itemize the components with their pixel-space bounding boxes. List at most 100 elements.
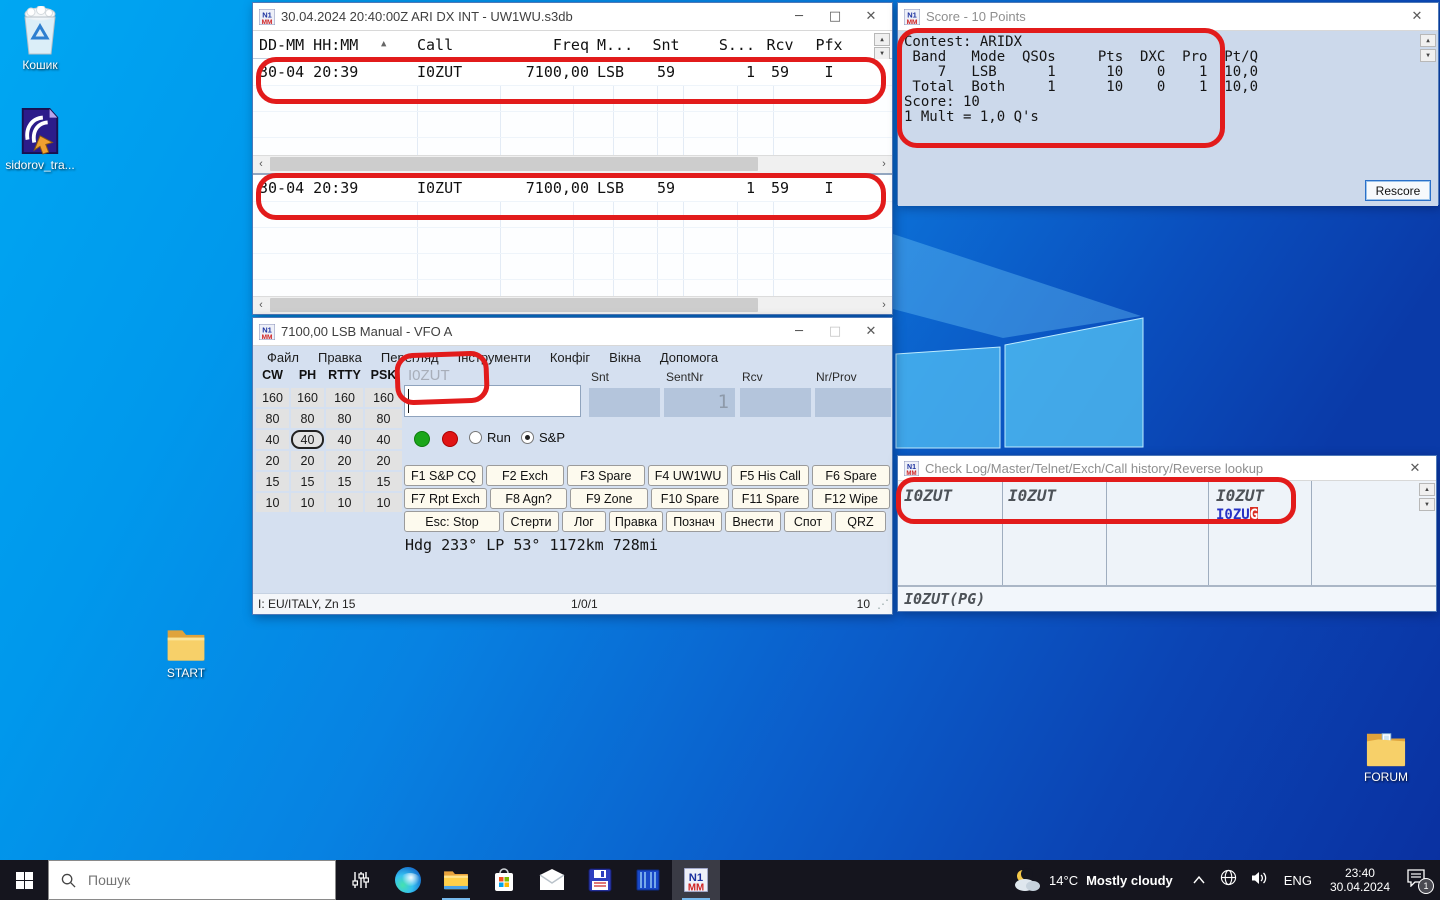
f5-button[interactable]: F5 His Call	[731, 465, 809, 486]
band-button[interactable]: 20	[326, 451, 363, 470]
band-button[interactable]: 20	[256, 451, 289, 470]
store-taskbar-button[interactable]	[480, 860, 528, 900]
nrprov-field[interactable]	[815, 388, 891, 417]
col-header-rcv[interactable]: Rcv	[755, 36, 805, 54]
menu-edit[interactable]: Правка	[318, 350, 362, 365]
f2-button[interactable]: F2 Exch	[486, 465, 564, 486]
f8-button[interactable]: F8 Agn?	[490, 488, 568, 509]
scroll-left-icon[interactable]: ‹	[253, 297, 269, 313]
desktop-icon-recycle-bin[interactable]: Кошик	[8, 6, 72, 72]
score-spinner[interactable]: ▲ ▼	[1420, 34, 1436, 62]
band-button-selected[interactable]: 40	[291, 430, 324, 449]
tray-expand-button[interactable]	[1185, 871, 1213, 889]
scroll-left-icon[interactable]: ‹	[253, 156, 269, 172]
f11-button[interactable]: F11 Spare	[732, 488, 810, 509]
notification-center-button[interactable]: 1	[1400, 869, 1440, 892]
entry-window-titlebar[interactable]: N1 MM 7100,00 LSB Manual - VFO A ─ □ ✕	[253, 318, 892, 346]
f1-button[interactable]: F1 S&P CQ	[404, 465, 483, 486]
col-header-freq[interactable]: Freq	[501, 36, 589, 54]
header-spinner[interactable]: ▲ ▼	[874, 33, 890, 60]
log-button[interactable]: Лог	[562, 511, 606, 532]
f9-button[interactable]: F9 Zone	[570, 488, 648, 509]
qrz-button[interactable]: QRZ	[835, 511, 886, 532]
log-column-header[interactable]: DD-MM HH:MM ▲ Call Freq M... Snt S... Rc…	[253, 31, 892, 59]
wipe-button[interactable]: Стерти	[503, 511, 559, 532]
band-button[interactable]: 80	[365, 409, 402, 428]
spin-up-icon[interactable]: ▲	[874, 33, 890, 46]
edit-button[interactable]: Правка	[609, 511, 663, 532]
menu-windows[interactable]: Вікна	[609, 350, 641, 365]
band-button[interactable]: 15	[256, 472, 289, 491]
band-button[interactable]: 40	[326, 430, 363, 449]
desktop-icon-forum-folder[interactable]: FORUM	[1350, 728, 1422, 784]
band-button[interactable]: 10	[326, 493, 363, 512]
weather-widget[interactable]: 14°C Mostly cloudy	[999, 868, 1185, 892]
task-view-button[interactable]	[336, 860, 384, 900]
f10-button[interactable]: F10 Spare	[651, 488, 729, 509]
band-button[interactable]: 40	[256, 430, 289, 449]
blue-app-taskbar-button[interactable]	[624, 860, 672, 900]
scroll-thumb[interactable]	[270, 157, 758, 171]
f12-button[interactable]: F12 Wipe	[812, 488, 890, 509]
band-button[interactable]: 160	[326, 388, 363, 407]
score-window-titlebar[interactable]: N1 MM Score - 10 Points ✕	[898, 3, 1438, 31]
col-header-snt[interactable]: Snt	[641, 36, 691, 54]
minimize-icon[interactable]: ─	[784, 6, 814, 28]
scroll-right-icon[interactable]: ›	[876, 156, 892, 172]
band-button[interactable]: 20	[365, 451, 402, 470]
table-row[interactable]: 30-04 20:39 I0ZUT 7100,00 LSB 59 1 59 I	[253, 175, 892, 201]
maximize-icon[interactable]: □	[820, 321, 850, 343]
resize-grip-icon[interactable]: ⋰	[877, 597, 889, 611]
menu-view[interactable]: Перегляд	[381, 350, 439, 365]
maximize-icon[interactable]: □	[820, 6, 850, 28]
menu-tools[interactable]: Інструменти	[458, 350, 531, 365]
menu-config[interactable]: Конфіг	[550, 350, 590, 365]
file-explorer-taskbar-button[interactable]	[432, 860, 480, 900]
volume-button[interactable]	[1244, 870, 1276, 891]
spin-down-icon[interactable]: ▼	[1420, 49, 1436, 62]
band-button[interactable]: 160	[291, 388, 324, 407]
rcv-field[interactable]	[740, 388, 811, 417]
esc-stop-button[interactable]: Esc: Stop	[404, 511, 500, 532]
rescore-button[interactable]: Rescore	[1365, 180, 1431, 201]
col-header-mode[interactable]: M...	[589, 36, 641, 54]
mark-button[interactable]: Познач	[666, 511, 722, 532]
check-results-area[interactable]: I0ZUT I0ZUT I0ZUT I0ZUG ▲ ▼	[898, 481, 1436, 587]
scroll-thumb[interactable]	[270, 298, 758, 312]
col-header-pfx[interactable]: Pfx	[805, 36, 853, 54]
scroll-right-icon[interactable]: ›	[876, 297, 892, 313]
check-log-call[interactable]: I0ZUT	[904, 486, 952, 505]
close-icon[interactable]: ✕	[1400, 457, 1430, 479]
log-pane-lower[interactable]: 30-04 20:39 I0ZUT 7100,00 LSB 59 1 59 I	[253, 175, 892, 296]
col-header-s[interactable]: S...	[691, 36, 755, 54]
band-button[interactable]: 15	[291, 472, 324, 491]
check-window-titlebar[interactable]: N1 MM Check Log/Master/Telnet/Exch/Call …	[898, 456, 1436, 481]
spin-up-icon[interactable]: ▲	[1420, 34, 1436, 47]
check-spinner[interactable]: ▲ ▼	[1419, 483, 1435, 511]
band-button[interactable]: 10	[291, 493, 324, 512]
close-icon[interactable]: ✕	[856, 6, 886, 28]
taskbar-search[interactable]	[48, 860, 336, 900]
desktop-icon-start-folder[interactable]: START	[156, 626, 216, 680]
floppy-app-taskbar-button[interactable]	[576, 860, 624, 900]
check-history-call[interactable]: I0ZUT	[1216, 486, 1264, 505]
close-icon[interactable]: ✕	[856, 321, 886, 343]
mail-taskbar-button[interactable]	[528, 860, 576, 900]
check-master-call[interactable]: I0ZUT	[1008, 486, 1056, 505]
language-indicator[interactable]: ENG	[1276, 873, 1320, 888]
band-button[interactable]: 80	[256, 409, 289, 428]
menu-file[interactable]: Файл	[267, 350, 299, 365]
col-header-call[interactable]: Call	[409, 36, 501, 54]
run-radio[interactable]: Run	[469, 430, 511, 445]
band-button[interactable]: 10	[256, 493, 289, 512]
log-upper-hscrollbar[interactable]: ‹ ›	[253, 155, 892, 173]
band-button[interactable]: 80	[291, 409, 324, 428]
band-button[interactable]: 40	[365, 430, 402, 449]
log-lower-hscrollbar[interactable]: ‹ ›	[253, 296, 892, 314]
snt-field[interactable]	[589, 388, 660, 417]
check-partial-match[interactable]: I0ZUG	[1216, 507, 1258, 523]
band-button[interactable]: 20	[291, 451, 324, 470]
sp-radio[interactable]: S&P	[521, 430, 565, 445]
f7-button[interactable]: F7 Rpt Exch	[404, 488, 487, 509]
table-row[interactable]: 30-04 20:39 I0ZUT 7100,00 LSB 59 1 59 I	[253, 59, 892, 85]
